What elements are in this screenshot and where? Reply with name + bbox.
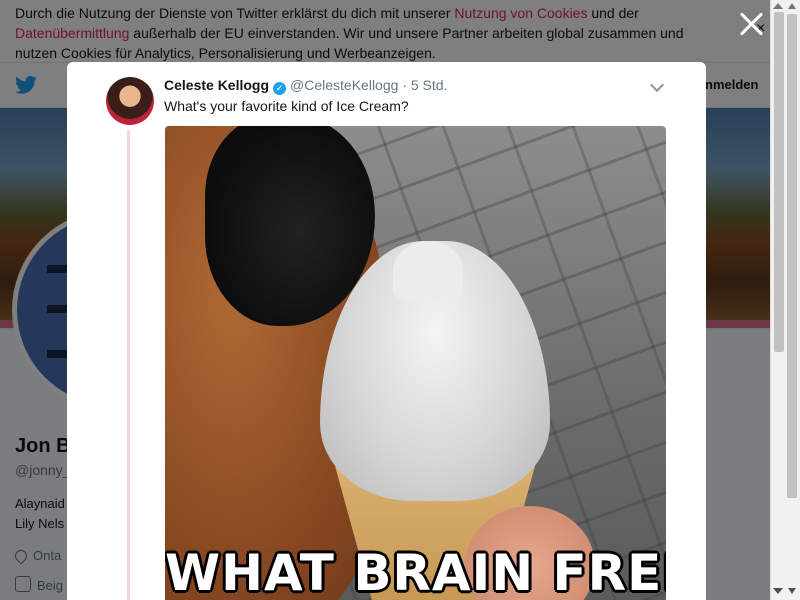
tweet-author-handle[interactable]: @CelesteKellogg: [290, 77, 398, 93]
tweet-media-image[interactable]: WHAT BRAIN FREEZE: [165, 126, 666, 600]
tweet-separator: ·: [402, 77, 407, 93]
scroll-thumb[interactable]: [787, 14, 797, 498]
ice-cream-tip-shape: [393, 241, 463, 301]
tweet-author-name[interactable]: Celeste Kellogg: [164, 77, 269, 93]
scroll-down-arrow-icon[interactable]: [773, 588, 783, 594]
modal-scrollbar[interactable]: [785, 0, 800, 600]
verified-badge-icon: ✓: [273, 82, 287, 95]
scroll-up-arrow-icon[interactable]: [773, 3, 783, 9]
tweet-author-avatar[interactable]: [106, 77, 154, 125]
scroll-thumb[interactable]: [774, 12, 784, 352]
tweet-modal: Celeste Kellogg ✓ @CelesteKellogg · 5 Std.…: [67, 62, 706, 600]
close-icon[interactable]: [737, 9, 767, 39]
tweet-timestamp[interactable]: 5 Std.: [411, 77, 448, 93]
tweet-text: What's your favorite kind of Ice Cream?: [164, 98, 409, 114]
thread-line: [127, 130, 130, 600]
scroll-down-arrow-icon[interactable]: [788, 588, 796, 594]
meme-caption: WHAT BRAIN FREEZE: [165, 544, 666, 600]
scroll-up-arrow-icon[interactable]: [788, 3, 796, 9]
tweet-header: Celeste Kellogg ✓ @CelesteKellogg · 5 Std.: [164, 77, 447, 95]
chevron-down-icon[interactable]: [649, 77, 665, 93]
